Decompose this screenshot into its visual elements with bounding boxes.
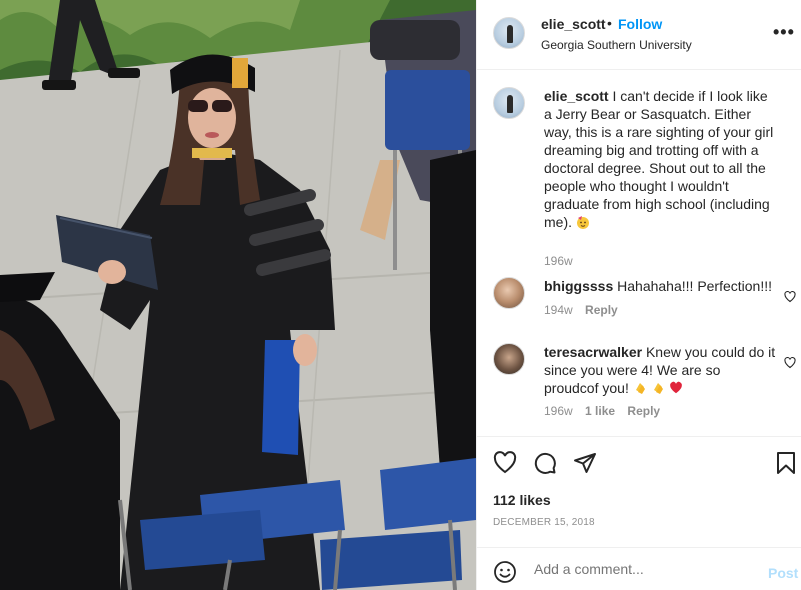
post-details-panel: elie_scott • Follow Georgia Southern Uni… — [476, 0, 801, 590]
comment-text: bhiggssss Hahahaha!!! Perfection!!! — [544, 277, 776, 295]
comment-age[interactable]: 194w — [544, 303, 573, 317]
blue-chair — [385, 70, 470, 150]
save-bookmark-icon[interactable] — [774, 451, 798, 475]
clapping-hands-emoji-icon — [653, 383, 663, 394]
clapping-hands-emoji-icon — [635, 383, 645, 394]
post-comment-button[interactable]: Post — [768, 565, 798, 581]
action-bar: 112 likes DECEMBER 15, 2018 — [477, 436, 801, 546]
comment-age[interactable]: 196w — [544, 404, 573, 418]
like-heart-icon[interactable] — [493, 451, 517, 475]
add-comment-input[interactable] — [534, 561, 749, 577]
comment-meta: 194w Reply — [544, 303, 627, 317]
comment-body: Hahahaha!!! Perfection!!! — [617, 278, 773, 294]
follow-button[interactable]: Follow — [618, 16, 662, 32]
share-send-icon[interactable] — [573, 451, 597, 475]
author-username[interactable]: elie_scott — [541, 16, 606, 32]
graduation-photo — [0, 0, 476, 590]
caption-text: elie_scott I can't decide if I look like… — [544, 87, 776, 231]
red-heart-emoji-icon — [669, 381, 682, 394]
avatar[interactable] — [493, 17, 525, 49]
comment-text: teresacrwalker Knew you could do it sinc… — [544, 343, 776, 397]
post-header: elie_scott • Follow Georgia Southern Uni… — [477, 0, 801, 70]
like-comment-heart-icon[interactable] — [784, 357, 796, 369]
location-link[interactable]: Georgia Southern University — [541, 38, 692, 52]
add-comment-bar: Post — [477, 547, 801, 590]
emoji-picker-icon[interactable] — [493, 560, 517, 584]
post-photo[interactable] — [0, 0, 476, 590]
reply-button[interactable]: Reply — [585, 303, 618, 317]
robed-person-right — [430, 150, 476, 470]
comment-age[interactable]: 196w — [544, 254, 573, 268]
comment-username[interactable]: teresacrwalker — [544, 344, 642, 360]
avatar[interactable] — [493, 343, 525, 375]
comment-likes[interactable]: 1 like — [585, 404, 615, 418]
party-face-emoji-icon — [576, 216, 589, 229]
more-options-button[interactable]: ••• — [773, 22, 795, 43]
avatar[interactable] — [493, 87, 525, 119]
caption-body: I can't decide if I look like a Jerry Be… — [544, 88, 774, 230]
comment-meta: 196w — [544, 254, 582, 268]
comment-bubble-icon[interactable] — [533, 451, 557, 475]
reply-button[interactable]: Reply — [627, 404, 660, 418]
comment-meta: 196w 1 like Reply — [544, 404, 669, 418]
comment-username[interactable]: elie_scott — [544, 88, 609, 104]
comments-list: elie_scott I can't decide if I look like… — [477, 71, 801, 435]
like-comment-heart-icon[interactable] — [784, 291, 796, 303]
avatar[interactable] — [493, 277, 525, 309]
comment-username[interactable]: bhiggssss — [544, 278, 613, 294]
like-count[interactable]: 112 likes — [493, 492, 551, 508]
separator-dot: • — [607, 15, 612, 31]
post-date[interactable]: DECEMBER 15, 2018 — [493, 517, 595, 528]
